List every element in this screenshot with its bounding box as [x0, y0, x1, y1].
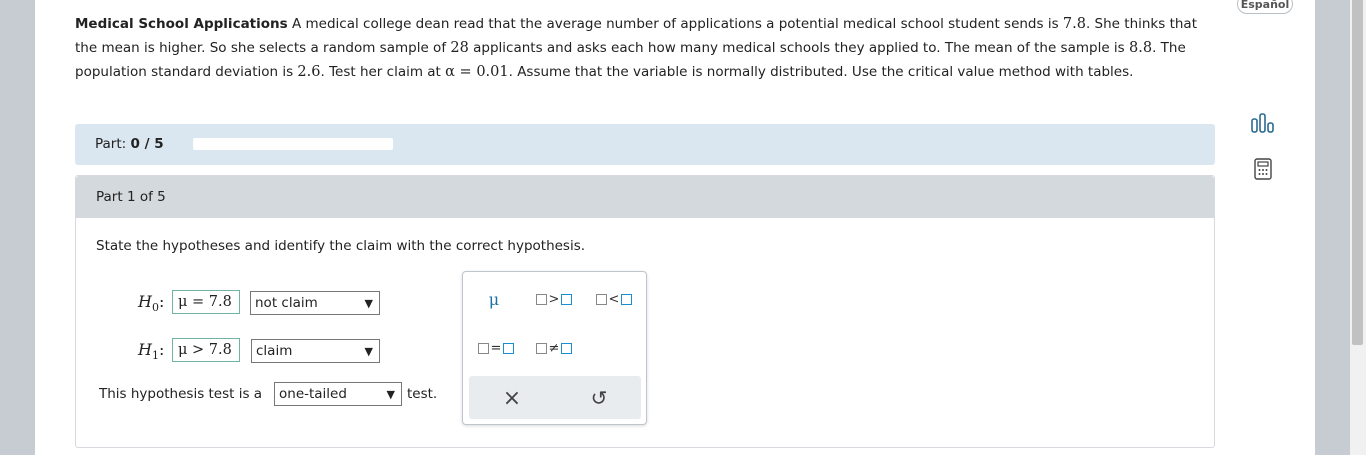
h1-label: H1:	[138, 340, 165, 363]
h1-claim-select[interactable]: claim ▼	[251, 339, 380, 363]
tail-prefix-text: This hypothesis test is a	[99, 386, 263, 402]
part-header: Part 1 of 5	[76, 176, 1214, 218]
part-progress-label: Part: 0 / 5	[95, 136, 164, 152]
palette-footer: × ↺	[469, 376, 641, 419]
part-progress-bar: Part: 0 / 5	[75, 124, 1215, 165]
problem-statement: Medical School Applications A medical co…	[75, 12, 1215, 84]
dropdown-arrow-icon: ▼	[364, 297, 373, 310]
scrollbar-thumb[interactable]	[1352, 0, 1363, 345]
progress-track	[193, 138, 393, 150]
not-equal-button[interactable]: ≠	[531, 335, 577, 361]
clear-icon[interactable]: ×	[489, 385, 535, 411]
h0-claim-select[interactable]: not claim ▼	[250, 291, 380, 315]
problem-text: applicants and asks each how many medica…	[468, 40, 1130, 56]
dropdown-arrow-icon: ▼	[364, 345, 373, 358]
part-progress-count: 0 / 5	[130, 136, 164, 152]
sample-mean: 8.8	[1129, 40, 1153, 56]
calculator-icon[interactable]	[1248, 154, 1278, 184]
tail-suffix-text: test.	[407, 386, 438, 402]
population-sd: 2.6	[297, 64, 321, 80]
mu-button[interactable]: μ	[471, 286, 517, 312]
greater-than-button[interactable]: >	[531, 286, 577, 312]
h1-answer-box[interactable]: μ > 7.8	[172, 338, 240, 362]
problem-text: . Assume that the variable is normally d…	[508, 64, 1134, 80]
problem-text: A medical college dean read that the ave…	[287, 16, 1063, 32]
bar-chart-icon[interactable]	[1248, 108, 1278, 138]
sample-size: 28	[450, 40, 469, 56]
given-mean: 7.8	[1062, 16, 1086, 32]
part-header-label: Part 1 of 5	[96, 189, 166, 205]
problem-title: Medical School Applications	[75, 16, 288, 32]
tail-type-select[interactable]: one-tailed ▼	[274, 382, 402, 406]
part-instructions: State the hypotheses and identify the cl…	[96, 238, 586, 254]
undo-icon[interactable]: ↺	[576, 385, 622, 411]
h0-answer-box[interactable]: μ = 7.8	[172, 290, 240, 314]
language-button[interactable]: Español	[1237, 0, 1293, 14]
problem-text: . Test her claim at	[320, 64, 446, 80]
alpha-level: α = 0.01	[445, 64, 509, 80]
math-palette: μ > < = ≠ × ↺	[462, 271, 647, 425]
less-than-button[interactable]: <	[591, 286, 637, 312]
h0-label: H0:	[138, 292, 165, 315]
dropdown-arrow-icon: ▼	[386, 388, 395, 401]
equals-button[interactable]: =	[473, 335, 519, 361]
